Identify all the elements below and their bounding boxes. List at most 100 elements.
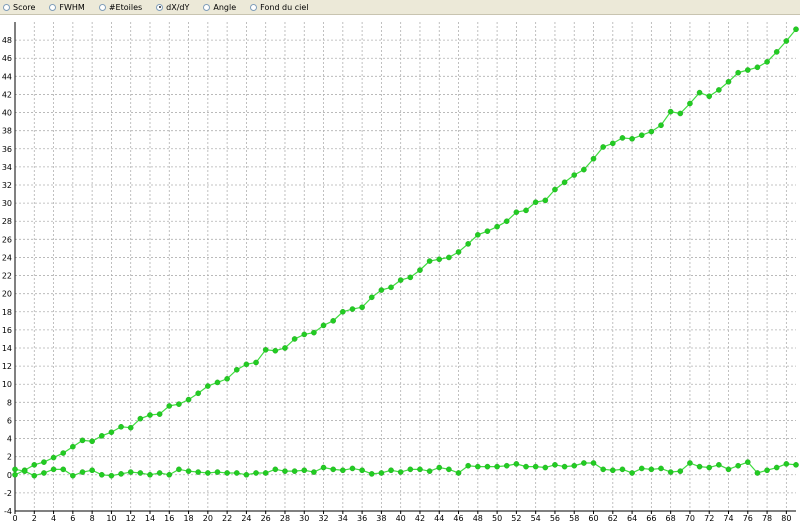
data-point [243, 361, 250, 368]
x-tick-label: 78 [762, 514, 772, 523]
data-point [118, 471, 124, 477]
x-tick-label: 34 [338, 514, 348, 523]
data-point [658, 122, 664, 129]
x-tick-label: 32 [318, 514, 328, 523]
data-point [378, 287, 385, 293]
etoiles-radio[interactable] [98, 3, 106, 11]
data-point [176, 401, 182, 407]
data-point [783, 461, 790, 467]
data-point [793, 462, 799, 468]
data-point [513, 209, 520, 215]
y-tick-label: 24 [2, 253, 12, 262]
data-point [156, 470, 163, 476]
data-point [195, 390, 201, 397]
data-point [532, 463, 539, 470]
data-point [494, 463, 500, 470]
data-point [185, 396, 192, 403]
data-point [581, 166, 587, 173]
data-point [687, 460, 693, 466]
dxdy-option[interactable]: dX/dY [156, 3, 189, 12]
y-tick-label: 20 [2, 290, 12, 299]
fwhm-option[interactable]: FWHM [49, 3, 85, 12]
data-point [638, 132, 645, 138]
data-point [590, 155, 597, 162]
x-tick-label: 76 [743, 514, 753, 523]
x-tick-label: 30 [299, 514, 309, 523]
data-point [773, 464, 780, 471]
etoiles-option[interactable]: #Etoiles [98, 3, 142, 12]
y-tick-label: 30 [2, 199, 12, 208]
data-point [542, 464, 549, 471]
data-point [118, 423, 124, 430]
data-point [12, 471, 18, 478]
dxdy-label: dX/dY [166, 2, 190, 12]
angle-option[interactable]: Angle [203, 3, 236, 12]
score-option[interactable]: Score [3, 3, 35, 12]
data-point [301, 331, 308, 338]
data-point [744, 67, 751, 73]
data-point [70, 443, 76, 450]
data-point [619, 466, 626, 473]
x-tick-label: 58 [569, 514, 579, 523]
data-point [349, 306, 356, 312]
data-point [532, 199, 539, 206]
data-point [503, 462, 510, 469]
data-point [79, 437, 86, 444]
data-point [330, 466, 336, 473]
dxdy-radio[interactable] [156, 3, 164, 11]
data-point [600, 144, 606, 150]
data-point [465, 462, 471, 469]
data-point [330, 318, 336, 324]
data-point [436, 256, 443, 263]
data-point [629, 470, 635, 476]
data-point [571, 462, 578, 469]
data-point [50, 454, 57, 461]
data-point [185, 468, 192, 474]
series-line [14, 28, 797, 476]
data-point [773, 49, 780, 55]
view-options-toolbar: Score FWHM #Etoiles dX/dY Angle Fond du … [0, 0, 800, 15]
data-point [629, 136, 635, 142]
data-point [137, 415, 144, 422]
data-point [725, 78, 732, 85]
data-point [166, 471, 173, 478]
x-tick-label: 22 [222, 514, 232, 523]
y-tick-label: 44 [2, 72, 12, 81]
y-tick-label: 8 [7, 398, 12, 407]
data-point [446, 466, 452, 473]
angle-label: Angle [213, 2, 237, 12]
data-point [610, 140, 616, 147]
data-point [725, 466, 732, 473]
x-tick-label: 50 [492, 514, 502, 523]
data-point [484, 463, 491, 470]
data-point [397, 469, 404, 475]
score-radio[interactable] [3, 3, 10, 11]
x-tick-label: 6 [70, 514, 75, 523]
data-point [783, 38, 790, 44]
x-tick-label: 40 [396, 514, 406, 523]
data-point [108, 472, 115, 479]
x-tick-label: 66 [646, 514, 656, 523]
data-point [320, 322, 327, 329]
y-tick-label: 16 [2, 326, 12, 335]
fwhm-radio[interactable] [49, 3, 57, 11]
data-point [31, 462, 38, 468]
x-tick-label: 0 [12, 514, 17, 523]
data-point [214, 469, 221, 475]
x-tick-label: 44 [434, 514, 444, 523]
y-tick-label: 26 [2, 235, 12, 244]
x-tick-label: 60 [588, 514, 598, 523]
angle-radio[interactable] [203, 3, 211, 11]
fond-du-ciel-radio[interactable] [250, 3, 258, 11]
data-point [156, 411, 163, 417]
data-point [561, 179, 568, 186]
x-tick-label: 52 [511, 514, 521, 523]
fond-du-ciel-option[interactable]: Fond du ciel [250, 3, 309, 12]
line-chart: -4-2024681012141618202224262830323436384… [2, 22, 799, 523]
data-point [253, 359, 259, 366]
y-tick-label: 10 [2, 380, 12, 389]
x-tick-label: 62 [608, 514, 618, 523]
data-point [600, 466, 606, 473]
data-point [677, 110, 684, 117]
data-point [70, 472, 76, 479]
